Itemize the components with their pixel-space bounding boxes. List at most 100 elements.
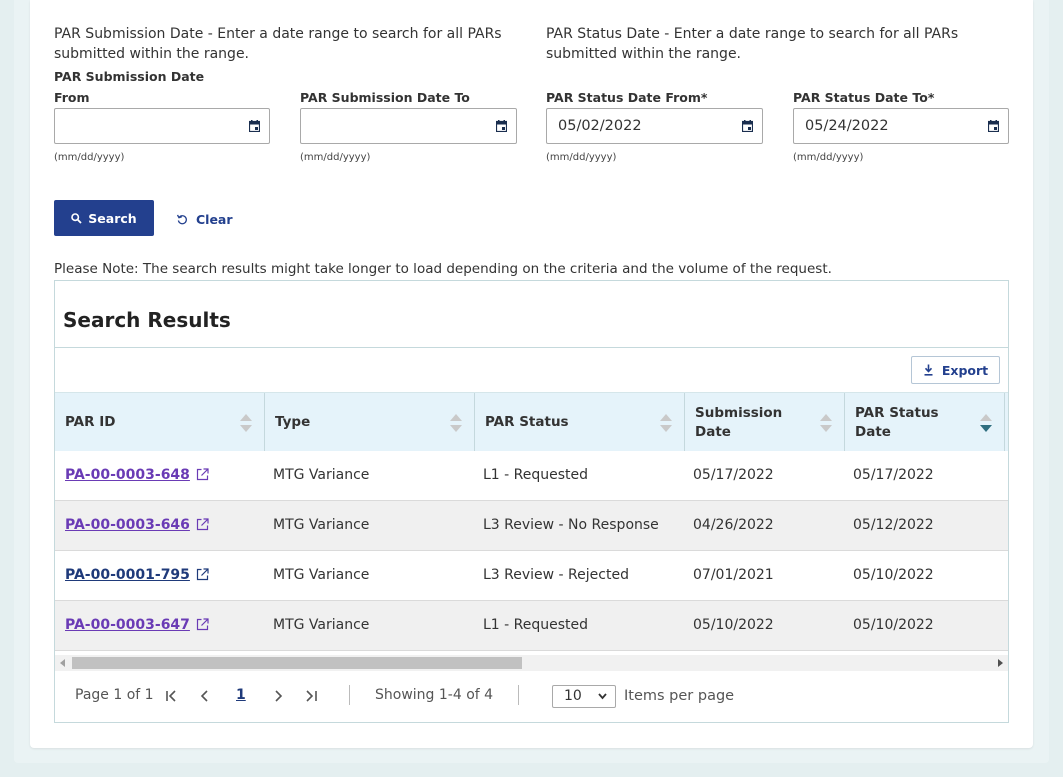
- table-row: PA-00-0003-648 MTG Variance L1 - Request…: [55, 451, 1008, 501]
- search-button-label: Search: [88, 210, 137, 226]
- par-id-cell: PA-00-0003-648: [65, 467, 209, 483]
- status-from-field[interactable]: [546, 108, 763, 144]
- scroll-right-arrow-icon[interactable]: [997, 659, 1003, 667]
- type-cell: MTG Variance: [273, 567, 370, 583]
- export-button-label: Export: [941, 362, 989, 378]
- clear-button[interactable]: Clear: [176, 209, 233, 229]
- submission-from-label-line1: PAR Submission Date: [54, 69, 205, 84]
- status-from-label: PAR Status Date From*: [546, 90, 708, 105]
- status-date-cell: 05/10/2022: [853, 567, 934, 583]
- submission-to-label: PAR Submission Date To: [300, 90, 470, 105]
- first-page-icon[interactable]: [165, 689, 179, 703]
- calendar-icon[interactable]: [496, 120, 507, 132]
- status-to-label: PAR Status Date To*: [793, 90, 935, 105]
- page-size-select[interactable]: 10: [552, 685, 616, 708]
- submission-to-input[interactable]: [301, 109, 516, 143]
- external-link-icon[interactable]: [196, 618, 209, 631]
- column-header-par-status-date[interactable]: PAR Status Date: [845, 393, 1005, 451]
- table-header: PAR ID Type PAR Status Submission Date P…: [55, 392, 1008, 451]
- divider: [349, 685, 350, 705]
- status-cell: L3 Review - No Response: [483, 517, 659, 533]
- par-id-link[interactable]: PA-00-0003-646: [65, 517, 190, 533]
- external-link-icon[interactable]: [196, 518, 209, 531]
- last-page-icon[interactable]: [304, 689, 318, 703]
- par-id-link[interactable]: PA-00-0003-648: [65, 467, 190, 483]
- page-info: Page 1 of 1: [75, 687, 154, 703]
- sort-icon[interactable]: [819, 413, 833, 433]
- column-header-line: Date: [695, 424, 731, 440]
- table-row: PA-00-0003-647 MTG Variance L1 - Request…: [55, 601, 1008, 651]
- submission-to-field[interactable]: [300, 108, 517, 144]
- status-cell: L1 - Requested: [483, 467, 589, 483]
- divider: [55, 347, 1008, 348]
- par-id-link[interactable]: PA-00-0003-647: [65, 617, 190, 633]
- submission-date-cell: 05/10/2022: [693, 617, 774, 633]
- column-header-line: PAR Status: [855, 405, 939, 421]
- column-header-submission-date[interactable]: Submission Date: [685, 393, 845, 451]
- calendar-icon[interactable]: [742, 120, 753, 132]
- export-button[interactable]: Export: [911, 356, 1000, 384]
- column-header-label: PAR Status Date: [855, 404, 939, 442]
- calendar-icon[interactable]: [249, 120, 260, 132]
- column-header-line: Date: [855, 424, 891, 440]
- table-row: PA-00-0003-646 MTG Variance L3 Review - …: [55, 501, 1008, 551]
- type-cell: MTG Variance: [273, 517, 370, 533]
- column-header-type[interactable]: Type: [265, 393, 475, 451]
- items-per-page-label: Items per page: [624, 688, 735, 704]
- par-id-cell: PA-00-0003-647: [65, 617, 209, 633]
- search-button[interactable]: Search: [54, 200, 154, 236]
- sort-icon[interactable]: [239, 413, 253, 433]
- status-date-cell: 05/10/2022: [853, 617, 934, 633]
- sort-descending-icon[interactable]: [979, 413, 993, 433]
- external-link-icon[interactable]: [196, 468, 209, 481]
- showing-count: Showing 1-4 of 4: [375, 687, 494, 703]
- chevron-down-icon: [598, 693, 607, 700]
- submission-from-label: PAR Submission Date From: [54, 66, 204, 108]
- scroll-left-arrow-icon[interactable]: [60, 659, 66, 667]
- clear-button-label: Clear: [196, 211, 233, 227]
- status-from-input[interactable]: [547, 109, 762, 143]
- results-title: Search Results: [63, 308, 231, 332]
- calendar-icon[interactable]: [988, 120, 999, 132]
- sort-icon[interactable]: [449, 413, 463, 433]
- column-header-par-status[interactable]: PAR Status: [475, 393, 685, 451]
- date-format-hint: (mm/dd/yyyy): [54, 152, 125, 163]
- submission-date-cell: 07/01/2021: [693, 567, 774, 583]
- date-format-hint: (mm/dd/yyyy): [793, 152, 864, 163]
- search-note: Please Note: The search results might ta…: [54, 261, 832, 277]
- table-row: PA-00-0001-795 MTG Variance L3 Review - …: [55, 551, 1008, 601]
- submission-from-label-line2: From: [54, 90, 90, 105]
- status-date-cell: 05/17/2022: [853, 467, 934, 483]
- divider: [518, 685, 519, 705]
- status-to-input[interactable]: [794, 109, 1008, 143]
- submission-date-cell: 05/17/2022: [693, 467, 774, 483]
- submission-from-input[interactable]: [55, 109, 269, 143]
- date-format-hint: (mm/dd/yyyy): [300, 152, 371, 163]
- status-to-field[interactable]: [793, 108, 1009, 144]
- status-date-cell: 05/12/2022: [853, 517, 934, 533]
- next-page-icon[interactable]: [272, 689, 284, 703]
- par-id-cell: PA-00-0003-646: [65, 517, 209, 533]
- sort-icon[interactable]: [659, 413, 673, 433]
- page-number-current[interactable]: 1: [236, 687, 246, 703]
- status-cell: L3 Review - Rejected: [483, 567, 629, 583]
- submission-from-field[interactable]: [54, 108, 270, 144]
- type-cell: MTG Variance: [273, 617, 370, 633]
- search-results-panel: Search Results Export PAR ID Type PAR St…: [54, 280, 1009, 723]
- horizontal-scrollbar[interactable]: [55, 655, 1008, 671]
- column-header-par-id[interactable]: PAR ID: [55, 393, 265, 451]
- date-format-hint: (mm/dd/yyyy): [546, 152, 617, 163]
- column-header-label: PAR Status: [485, 414, 569, 430]
- column-header-label: Submission Date: [695, 404, 782, 442]
- column-header-label: PAR ID: [65, 414, 116, 430]
- reset-icon: [176, 214, 187, 225]
- external-link-icon[interactable]: [196, 568, 209, 581]
- column-header-label: Type: [275, 414, 311, 430]
- page-size-value: 10: [564, 688, 582, 704]
- column-header-line: Submission: [695, 405, 783, 421]
- status-cell: L1 - Requested: [483, 617, 589, 633]
- par-id-link[interactable]: PA-00-0001-795: [65, 567, 190, 583]
- previous-page-icon[interactable]: [199, 689, 211, 703]
- search-icon: [71, 212, 82, 224]
- scrollbar-thumb[interactable]: [72, 657, 522, 669]
